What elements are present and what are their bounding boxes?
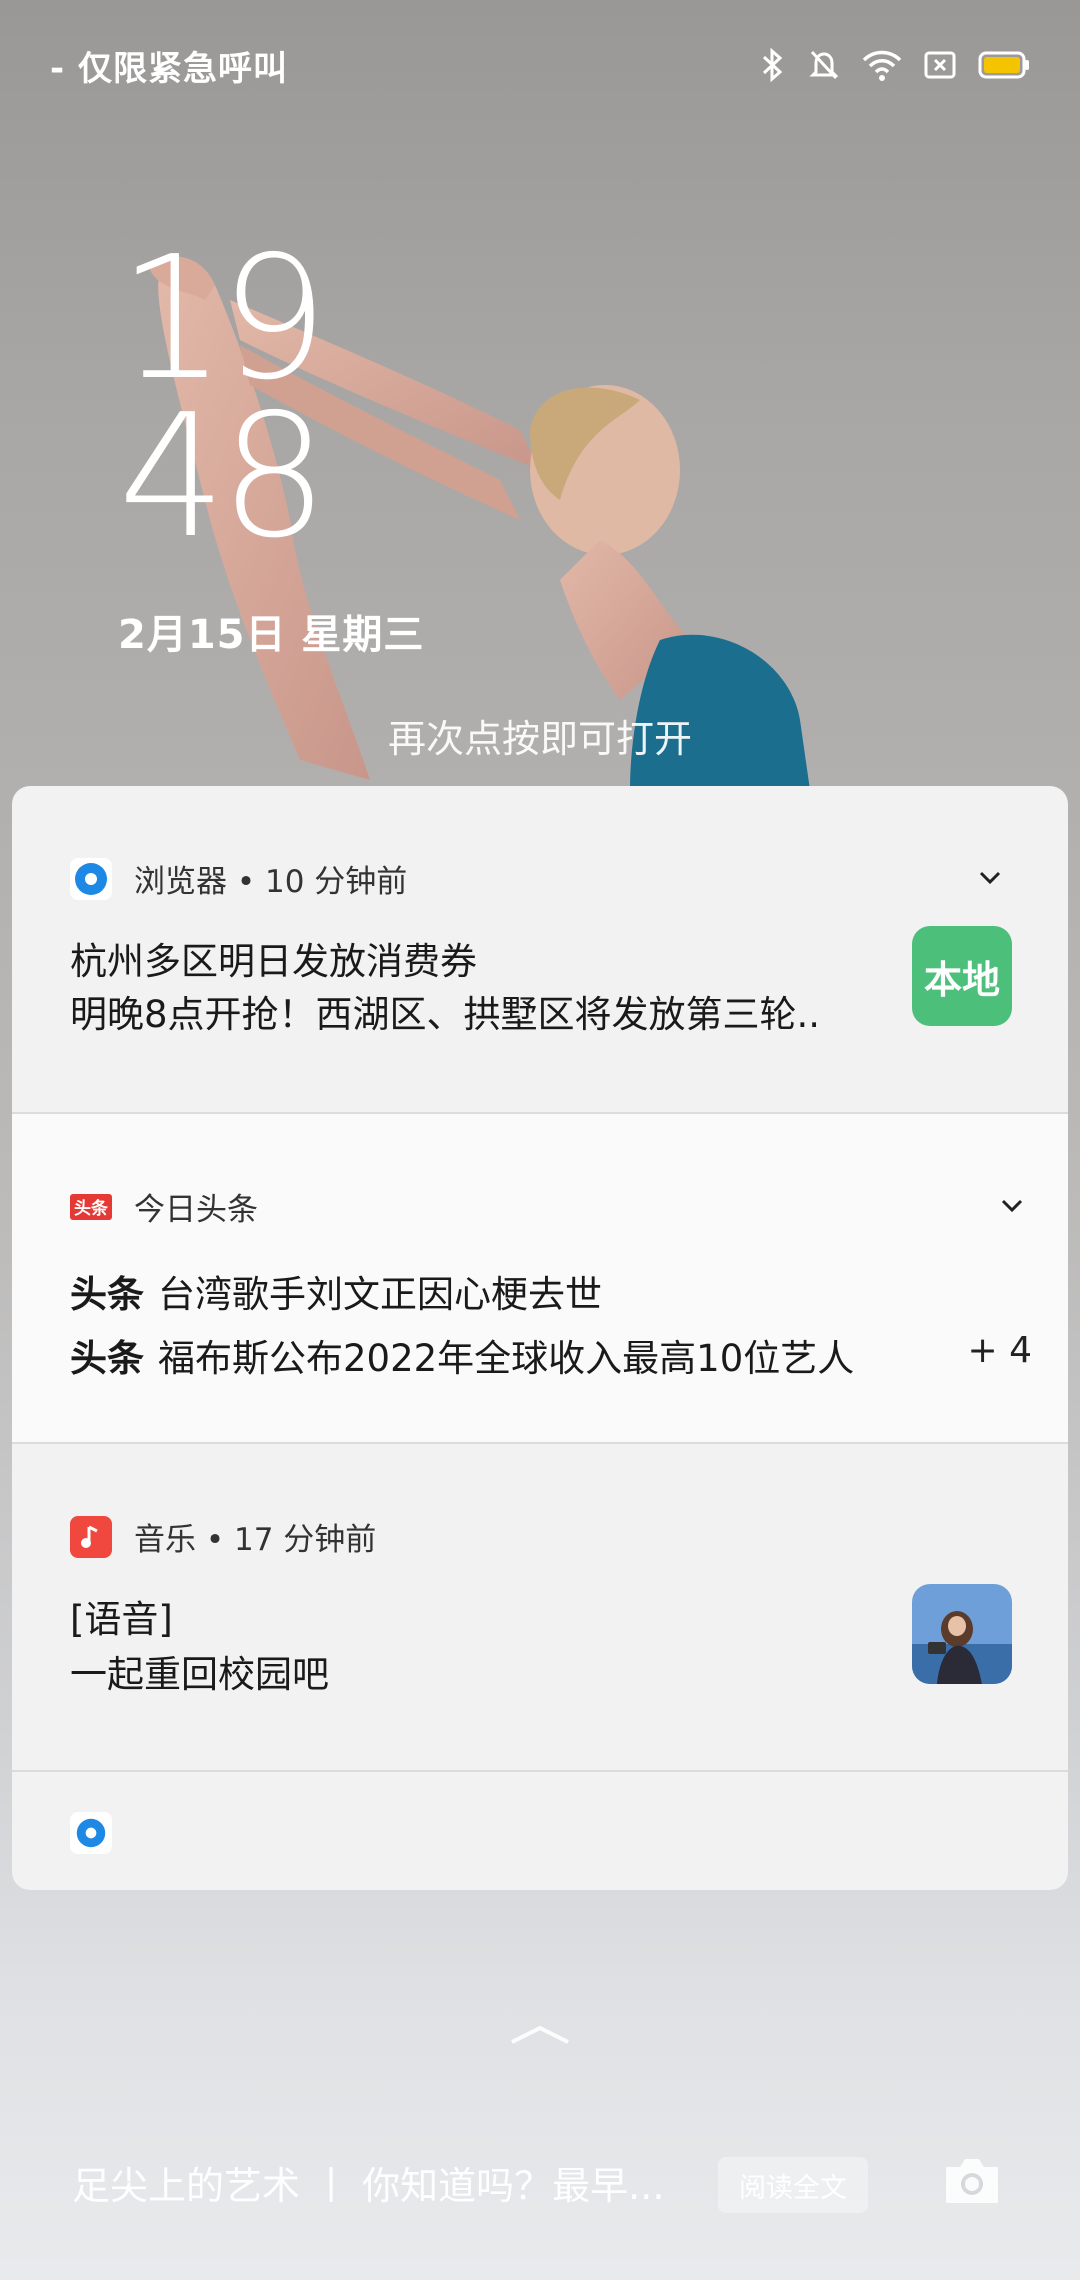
news-tag: 头条 [70, 1337, 144, 1380]
more-count: + 4 [967, 1330, 1032, 1371]
notification-thumbnail: 本地 [912, 926, 1012, 1026]
no-sim-icon [924, 51, 956, 79]
read-full-button[interactable]: 阅读全文 [718, 2157, 868, 2213]
clock-minute: 48 [118, 378, 328, 576]
camera-icon[interactable] [940, 2153, 1004, 2209]
swipe-up-icon[interactable] [510, 2022, 570, 2052]
wifi-icon [862, 50, 902, 81]
notification-toutiao[interactable]: 头条 今日头条 头条 台湾歌手刘文正因心梗去世 头条 福布斯公布2022年全球收入最… [12, 1114, 1068, 1444]
thumbnail-label: 本地 [923, 957, 1000, 1002]
toutiao-icon: 头条 [70, 1193, 112, 1220]
notification-text: 明晚8点开抢！西湖区、拱墅区将发放第三轮.. [70, 993, 821, 1036]
notification-browser-collapsed[interactable] [12, 1772, 1068, 1890]
notification-app-label: 音乐 • 17 分钟前 [134, 1522, 377, 1558]
lockscreen-clock: 19 48 [118, 220, 328, 576]
browser-icon [70, 857, 112, 900]
battery-icon [978, 51, 1029, 79]
notification-browser[interactable]: 浏览器 • 10 分钟前 杭州多区明日发放消费券 明晚8点开抢！西湖区、拱墅区将… [12, 786, 1068, 1114]
browser-icon [70, 1812, 112, 1854]
chevron-down-icon[interactable] [970, 858, 1010, 898]
music-icon [70, 1515, 112, 1558]
bluetooth-icon [762, 48, 783, 82]
notification-panel: 浏览器 • 10 分钟前 杭州多区明日发放消费券 明晚8点开抢！西湖区、拱墅区将… [12, 786, 1068, 1890]
news-line: 头条 台湾歌手刘文正因心梗去世 [70, 1264, 602, 1318]
wallpaper-caption[interactable]: 足尖上的艺术 丨 你知道吗？最早... [72, 2155, 664, 2210]
news-headline: 台湾歌手刘文正因心梗去世 [158, 1273, 602, 1316]
tap-hint: 再次点按即可打开 [387, 717, 692, 761]
notification-music[interactable]: 音乐 • 17 分钟前 [语音] 一起重回校园吧 [12, 1444, 1068, 1772]
chevron-down-icon[interactable] [992, 1186, 1032, 1226]
notification-title: 杭州多区明日发放消费券 [70, 940, 477, 983]
status-bar: - 仅限紧急呼叫 [0, 0, 1080, 130]
notification-title: [语音] [70, 1598, 173, 1641]
notification-app-label: 浏览器 • 10 分钟前 [134, 864, 408, 900]
notification-text: 一起重回校园吧 [70, 1653, 329, 1696]
news-line: 头条 福布斯公布2022年全球收入最高10位艺人 [70, 1328, 854, 1382]
lockscreen-date: 2月15日 星期三 [118, 612, 425, 658]
mute-bell-icon [809, 50, 839, 80]
clock-hour: 19 [118, 220, 328, 418]
news-tag: 头条 [70, 1273, 144, 1316]
news-headline: 福布斯公布2022年全球收入最高10位艺人 [158, 1337, 855, 1380]
carrier-text: - 仅限紧急呼叫 [50, 48, 288, 89]
notification-app-label: 今日头条 [134, 1192, 258, 1228]
album-art-image [912, 1584, 1012, 1684]
